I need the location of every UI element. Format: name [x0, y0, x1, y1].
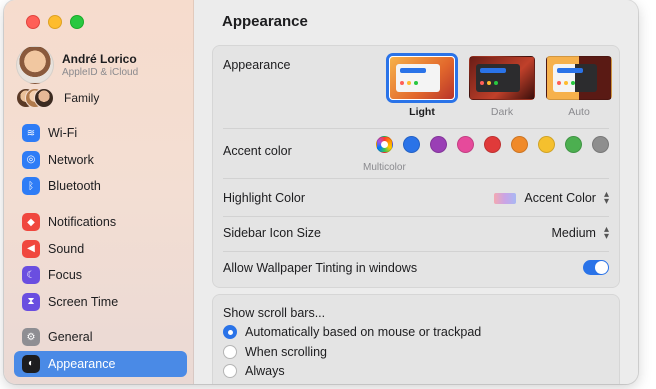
sidebar-item-label: Sound	[48, 241, 85, 256]
page-title: Appearance	[222, 13, 308, 30]
accent-swatch[interactable]	[538, 136, 555, 153]
sidebar-icon-size-label: Sidebar Icon Size	[223, 226, 321, 240]
globe-icon: ◎	[22, 150, 40, 169]
sidebar-item-sound[interactable]: ◀ Sound	[14, 236, 187, 263]
family-avatars	[16, 88, 54, 108]
sidebar-group-system: ⚙ General ◐ Appearance	[14, 324, 187, 377]
highlight-color-value: Accent Color	[524, 191, 596, 205]
appearance-row: Appearance Light Dark Auto	[213, 56, 619, 118]
moon-icon: ☾	[22, 266, 40, 285]
wallpaper-tinting-label: Allow Wallpaper Tinting in windows	[223, 261, 418, 275]
profile-subtitle: AppleID & iCloud	[62, 67, 139, 78]
appearance-option-dark[interactable]: Dark	[469, 56, 535, 118]
sidebar-item-notifications[interactable]: ◆ Notifications	[14, 209, 187, 236]
sidebar: André Lorico AppleID & iCloud Family ≋ Wi…	[4, 0, 194, 384]
avatar	[16, 46, 54, 84]
multicolor-label: Multicolor	[363, 162, 406, 173]
sidebar-icon-size-value: Medium	[551, 226, 596, 240]
sidebar-item-general[interactable]: ⚙ General	[14, 324, 187, 351]
highlight-color-row: Highlight Color Accent Color ▴ ▾	[213, 189, 619, 207]
sidebar-icon-size-row: Sidebar Icon Size Medium ▴ ▾	[213, 224, 619, 242]
accent-swatch[interactable]	[592, 136, 609, 153]
sidebar-item-network[interactable]: ◎ Network	[14, 147, 187, 174]
appearance-icon: ◐	[22, 354, 40, 373]
scroll-option-auto[interactable]: Automatically based on mouse or trackpad	[223, 325, 481, 339]
sidebar-item-label: Family	[64, 91, 100, 105]
dark-thumbnail	[469, 56, 535, 100]
light-thumbnail	[389, 56, 455, 100]
sidebar-item-focus[interactable]: ☾ Focus	[14, 262, 187, 289]
profile-name: André Lorico	[62, 52, 137, 66]
sidebar-item-wi-fi[interactable]: ≋ Wi-Fi	[14, 120, 187, 147]
scroll-option-scrolling[interactable]: When scrolling	[223, 345, 327, 359]
appearance-option-label: Light	[409, 106, 435, 118]
sidebar-item-label: Wi-Fi	[48, 126, 78, 141]
accent-swatch[interactable]	[511, 136, 528, 153]
speaker-icon: ◀	[22, 239, 40, 258]
minimize-button[interactable]	[48, 15, 62, 29]
appearance-option-auto[interactable]: Auto	[546, 56, 612, 118]
sidebar-group-notifications: ◆ Notifications ◀ Sound ☾ Focus ⧗ Screen Time	[14, 209, 187, 315]
wifi-icon: ≋	[22, 124, 40, 143]
hourglass-icon: ⧗	[22, 292, 40, 311]
accent-swatch[interactable]	[457, 136, 474, 153]
sidebar-item-label: Appearance	[48, 356, 116, 371]
radio-button[interactable]	[223, 364, 237, 378]
accent-swatch[interactable]	[565, 136, 582, 153]
sidebar-item-label: Focus	[48, 268, 83, 283]
highlight-color-label: Highlight Color	[223, 191, 305, 205]
chevron-updown-icon: ▴ ▾	[603, 189, 609, 207]
sidebar-item-family[interactable]: Family	[16, 88, 99, 108]
gear-icon: ⚙	[22, 328, 40, 347]
main-pane: Appearance Appearance Light Dark Auto Ac…	[194, 0, 638, 384]
highlight-swatch	[494, 192, 517, 204]
sidebar-item-label: Screen Time	[48, 294, 119, 309]
appearance-option-label: Auto	[568, 106, 590, 118]
auto-thumbnail	[546, 56, 612, 100]
accent-swatch[interactable]	[430, 136, 447, 153]
sidebar-icon-size-select[interactable]: Medium ▴ ▾	[551, 224, 610, 242]
radio-button[interactable]	[223, 325, 237, 339]
settings-window: André Lorico AppleID & iCloud Family ≋ Wi…	[4, 0, 638, 384]
accent-swatch[interactable]	[484, 136, 501, 153]
zoom-button[interactable]	[70, 15, 84, 29]
chevron-updown-icon: ▴ ▾	[603, 224, 609, 242]
sidebar-item-label: General	[48, 330, 93, 345]
accent-swatch-multicolor[interactable]	[376, 136, 393, 153]
accent-swatch[interactable]	[403, 136, 420, 153]
appearance-option-label: Dark	[490, 106, 514, 118]
appearance-option-light[interactable]: Light	[389, 56, 455, 118]
wallpaper-tinting-toggle[interactable]	[583, 260, 609, 275]
accent-color-label: Accent color	[223, 144, 292, 158]
bluetooth-icon: ᛒ	[22, 177, 40, 196]
highlight-color-select[interactable]: Accent Color ▴ ▾	[494, 189, 609, 207]
sidebar-item-label: Notifications	[48, 215, 117, 230]
sidebar-item-label: Bluetooth	[48, 179, 101, 194]
wallpaper-tinting-row: Allow Wallpaper Tinting in windows	[213, 260, 619, 276]
sidebar-item-label: Network	[48, 152, 94, 167]
scroll-option-label: Always	[245, 364, 285, 378]
accent-color-row: Accent color Multicolor	[213, 136, 619, 173]
scroll-bars-row: Show scroll bars...	[213, 305, 619, 321]
appearance-panel: Appearance Light Dark Auto Accent color …	[212, 45, 620, 288]
sidebar-item-appearance[interactable]: ◐ Appearance	[14, 350, 187, 377]
scroll-option-label: When scrolling	[245, 345, 327, 359]
scroll-option-always[interactable]: Always	[223, 364, 285, 378]
accent-swatches	[376, 136, 609, 153]
sidebar-group-network: ≋ Wi-Fi ◎ Network ᛒ Bluetooth	[14, 120, 187, 200]
sidebar-item-bluetooth[interactable]: ᛒ Bluetooth	[14, 173, 187, 200]
close-button[interactable]	[26, 15, 40, 29]
profile-item[interactable]: André Lorico AppleID & iCloud	[16, 46, 138, 84]
scroll-bars-panel: Show scroll bars... Automatically based …	[212, 294, 620, 384]
radio-button[interactable]	[223, 345, 237, 359]
scroll-option-label: Automatically based on mouse or trackpad	[245, 325, 482, 339]
appearance-label: Appearance	[223, 58, 291, 72]
bell-icon: ◆	[22, 213, 40, 232]
scroll-bars-label: Show scroll bars...	[223, 306, 326, 320]
sidebar-item-screen-time[interactable]: ⧗ Screen Time	[14, 289, 187, 316]
window-controls	[26, 15, 84, 29]
